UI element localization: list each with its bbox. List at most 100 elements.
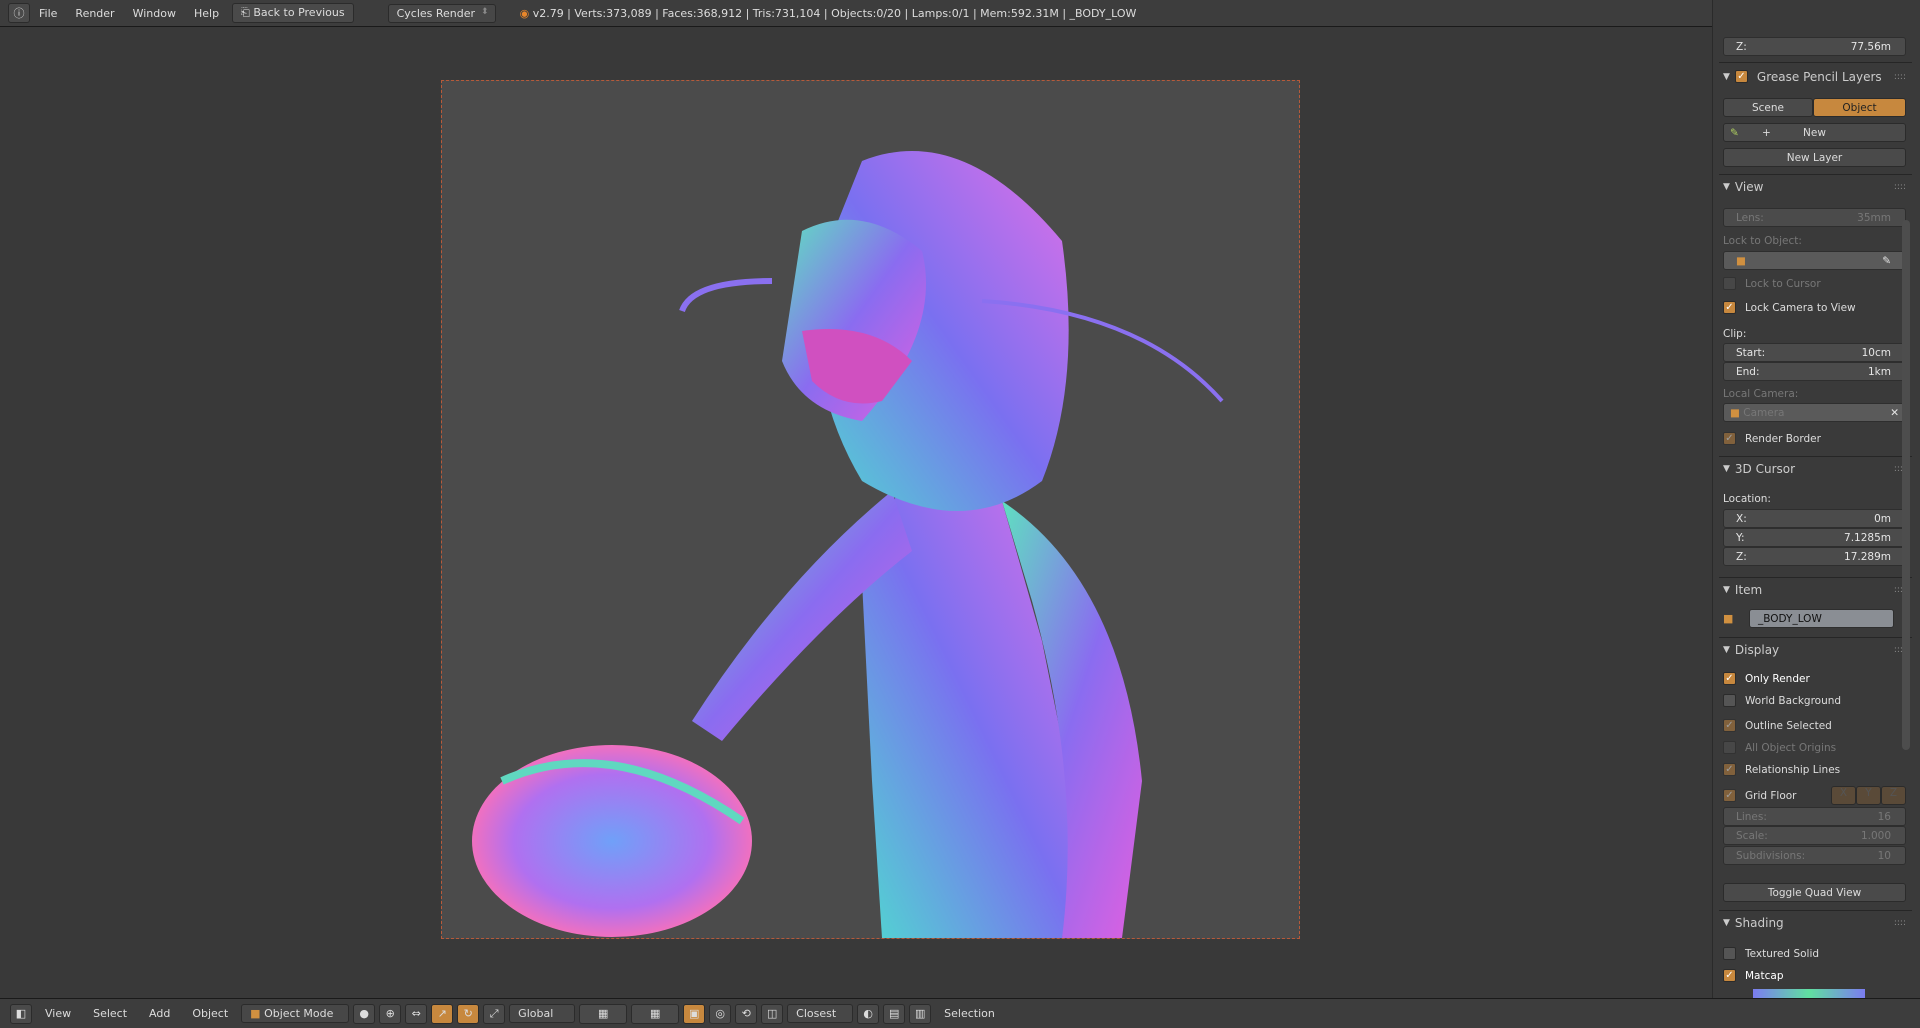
only-render-checkbox[interactable]: ✓ Only Render	[1723, 669, 1906, 688]
local-camera-field[interactable]: ■ Camera ✕	[1723, 403, 1906, 422]
checkbox-box	[1723, 741, 1736, 754]
render-still-icon[interactable]: ▤	[883, 1003, 906, 1024]
opengl-render-icon[interactable]: ◐	[857, 1003, 880, 1024]
expand-icon: ▼	[1723, 917, 1730, 928]
grid-scale-field[interactable]: Scale: 1.000	[1723, 826, 1906, 845]
checkbox-box	[1723, 694, 1736, 707]
orientation-select[interactable]: Global	[509, 1004, 576, 1023]
snap-icon[interactable]: ⟲	[735, 1003, 758, 1024]
matcap-checkbox[interactable]: ✓ Matcap	[1723, 966, 1906, 985]
cursor-x-field[interactable]: X: 0m	[1723, 509, 1906, 528]
axis-y-toggle[interactable]: Y	[1856, 786, 1881, 805]
world-background-checkbox[interactable]: World Background	[1723, 691, 1906, 710]
scale-icon[interactable]: ⤢	[483, 1003, 506, 1024]
object-name-field[interactable]: _BODY_LOW	[1749, 609, 1894, 628]
render-engine-select[interactable]: Cycles Render	[387, 3, 496, 23]
all-object-origins-checkbox[interactable]: All Object Origins	[1723, 738, 1906, 757]
matcap-preview[interactable]	[1753, 989, 1865, 998]
lock-to-object-label: Lock to Object:	[1723, 234, 1802, 247]
cursor-y-field[interactable]: Y: 7.1285m	[1723, 528, 1906, 547]
dragon-model	[472, 151, 1224, 938]
menu-file[interactable]: File	[30, 7, 66, 20]
plus-icon: +	[1762, 126, 1771, 139]
checkbox-box: ✓	[1723, 763, 1736, 776]
view-header[interactable]: ▼ View::::	[1723, 177, 1906, 196]
outline-selected-checkbox[interactable]: ✓ Outline Selected	[1723, 716, 1906, 735]
rotate-icon[interactable]: ↻	[457, 1003, 480, 1024]
layers-grid-2-icon[interactable]: ▦	[631, 1003, 680, 1024]
lock-object-field[interactable]: ■ ✎	[1723, 251, 1906, 270]
layers-grid-icon[interactable]: ▦	[579, 1003, 628, 1024]
top-header: ⓘ File Render Window Help ⎗ Back to Prev…	[0, 0, 1920, 27]
lens-field[interactable]: Lens: 35mm	[1723, 208, 1906, 227]
back-to-previous-button[interactable]: ⎗ Back to Previous	[232, 3, 354, 23]
drag-grip-icon[interactable]: ::::	[1894, 918, 1906, 928]
grease-pencil-checkbox[interactable]: ✓	[1734, 70, 1748, 83]
shading-solid-icon[interactable]: ●	[353, 1003, 376, 1024]
grid-subdivisions-field[interactable]: Subdivisions: 10	[1723, 846, 1906, 865]
cursor-z-field[interactable]: Z: 17.289m	[1723, 547, 1906, 566]
render-anim-icon[interactable]: ▥	[909, 1003, 932, 1024]
drag-grip-icon[interactable]: ::::	[1894, 182, 1906, 192]
menu-help[interactable]: Help	[185, 7, 228, 20]
snap-target-select[interactable]: Closest	[787, 1004, 854, 1023]
lock-to-cursor-checkbox[interactable]: Lock to Cursor	[1723, 274, 1906, 293]
eyedropper-icon[interactable]: ✎	[1882, 255, 1891, 267]
dim-z-field[interactable]: Z: 77.56m	[1723, 37, 1906, 56]
clear-icon[interactable]: ✕	[1890, 407, 1899, 419]
render-border-frame	[441, 80, 1300, 939]
axis-z-toggle[interactable]: Z	[1881, 786, 1906, 805]
snap-element-icon[interactable]: ◫	[761, 1003, 784, 1024]
display-header[interactable]: ▼ Display::::	[1723, 640, 1906, 659]
textured-solid-checkbox[interactable]: Textured Solid	[1723, 944, 1906, 963]
checkbox-box: ✓	[1723, 432, 1736, 445]
expand-icon: ▼	[1723, 644, 1730, 655]
camera-icon: ■	[1730, 406, 1744, 419]
cube-icon: ■	[1736, 254, 1746, 267]
expand-icon: ▼	[1723, 71, 1730, 82]
menu-render[interactable]: Render	[66, 7, 123, 20]
checkbox-box	[1723, 947, 1736, 960]
new-layer-button[interactable]: New Layer	[1723, 148, 1906, 167]
3d-viewport[interactable]	[0, 28, 1712, 998]
checkbox-box	[1723, 277, 1736, 290]
axis-x-toggle[interactable]: X	[1831, 786, 1856, 805]
clip-end-field[interactable]: End: 1km	[1723, 362, 1906, 381]
mode-select[interactable]: ■ Object Mode	[241, 1004, 350, 1023]
render-border-checkbox[interactable]: ✓ Render Border	[1723, 429, 1906, 448]
expand-icon: ▼	[1723, 584, 1730, 595]
lock-camera-checkbox[interactable]: ✓ Lock Camera to View	[1723, 298, 1906, 317]
menu-object[interactable]: Object	[183, 1007, 237, 1020]
shading-header[interactable]: ▼ Shading::::	[1723, 913, 1906, 932]
editor-type-icon[interactable]: ◧	[10, 1003, 32, 1024]
info-editor-icon[interactable]: ⓘ	[8, 3, 30, 23]
tab-scene[interactable]: Scene	[1723, 98, 1813, 117]
drag-grip-icon[interactable]: ::::	[1894, 72, 1906, 82]
translate-icon[interactable]: ↗	[431, 1003, 454, 1024]
selection-label: Selection	[944, 1007, 995, 1020]
pivot-icon[interactable]: ⊕	[379, 1003, 402, 1024]
back-icon: ⎗	[241, 6, 254, 19]
item-header[interactable]: ▼ Item::::	[1723, 580, 1906, 599]
lock-layers-icon[interactable]: ▣	[683, 1003, 706, 1024]
clip-label: Clip:	[1723, 327, 1747, 340]
proportional-edit-icon[interactable]: ◎	[709, 1003, 732, 1024]
menu-view[interactable]: View	[36, 1007, 80, 1020]
tab-object[interactable]: Object	[1813, 98, 1906, 117]
manipulator-toggle-icon[interactable]: ⇔	[405, 1003, 428, 1024]
viewport-header: ◧ View Select Add Object ■ Object Mode ●…	[0, 998, 1920, 1028]
relationship-lines-checkbox[interactable]: ✓ Relationship Lines	[1723, 760, 1906, 779]
grease-pencil-header[interactable]: ▼ ✓ Grease Pencil Layers::::	[1723, 67, 1906, 86]
3d-cursor-header[interactable]: ▼ 3D Cursor::::	[1723, 459, 1906, 478]
menu-select[interactable]: Select	[84, 1007, 136, 1020]
expand-icon: ▼	[1723, 463, 1730, 474]
grid-floor-checkbox[interactable]: ✓ Grid Floor X Y Z	[1723, 786, 1906, 805]
menu-add[interactable]: Add	[140, 1007, 179, 1020]
sidebar-scrollbar[interactable]	[1902, 220, 1910, 750]
menu-window[interactable]: Window	[124, 7, 185, 20]
checkbox-box: ✓	[1723, 969, 1736, 982]
new-grease-pencil-button[interactable]: ✎ + New	[1723, 123, 1906, 142]
clip-start-field[interactable]: Start: 10cm	[1723, 343, 1906, 362]
grid-lines-field[interactable]: Lines: 16	[1723, 807, 1906, 826]
toggle-quad-view-button[interactable]: Toggle Quad View	[1723, 883, 1906, 902]
